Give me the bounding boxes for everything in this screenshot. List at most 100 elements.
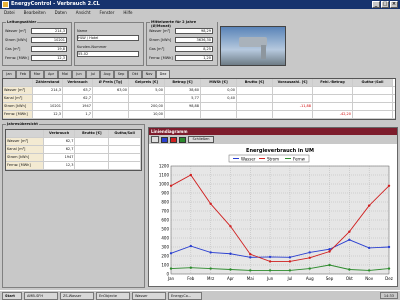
close-button[interactable]: × bbox=[390, 1, 398, 8]
close-chart-button[interactable]: Schließen bbox=[188, 136, 214, 143]
table-cell[interactable] bbox=[273, 95, 313, 102]
table-cell[interactable] bbox=[353, 95, 393, 102]
table-cell[interactable]: 10201 bbox=[33, 103, 63, 110]
taskbar-item[interactable]: AMB-SFH bbox=[24, 292, 58, 300]
averages-panel: Mittelwerte für 2 Jahre (Ø/Monat) Wasser… bbox=[146, 20, 218, 66]
field-value[interactable]: 3636,30 bbox=[175, 37, 213, 43]
table-cell[interactable] bbox=[353, 111, 393, 118]
table-cell[interactable]: 0,00 bbox=[201, 87, 237, 94]
data-point-fernw bbox=[367, 269, 371, 272]
field-value[interactable]: 98,29 bbox=[175, 28, 213, 34]
tab-feb[interactable]: Feb bbox=[16, 70, 30, 78]
table-cell[interactable] bbox=[93, 103, 129, 110]
table-cell[interactable] bbox=[273, 111, 313, 118]
field-value[interactable]: 214,3 bbox=[31, 28, 67, 34]
maximize-button[interactable]: □ bbox=[381, 1, 389, 8]
table-cell[interactable]: 0,40 bbox=[201, 95, 237, 102]
table-cell[interactable] bbox=[75, 138, 110, 145]
table-cell[interactable]: 62,7 bbox=[63, 95, 93, 102]
table-cell[interactable] bbox=[237, 103, 273, 110]
table-cell[interactable] bbox=[109, 162, 141, 169]
table-cell[interactable] bbox=[237, 95, 273, 102]
start-button[interactable]: Start bbox=[2, 292, 22, 300]
table-cell[interactable] bbox=[109, 146, 141, 153]
table-cell[interactable] bbox=[109, 138, 141, 145]
field-value[interactable]: 8,25 bbox=[175, 46, 213, 52]
name-input[interactable]: HLW / Hotel bbox=[77, 35, 139, 41]
field-value[interactable]: 1,20 bbox=[175, 55, 213, 61]
tab-mar[interactable]: Mar bbox=[30, 70, 44, 78]
table-cell[interactable]: 5,77 bbox=[165, 95, 201, 102]
color-swatch-red[interactable] bbox=[170, 136, 177, 143]
window-title: EnergyControl - Verbrauch 2.CL bbox=[11, 1, 100, 7]
table-cell[interactable]: 63,00 bbox=[93, 87, 129, 94]
table-cell[interactable]: 10,00 bbox=[129, 111, 165, 118]
color-swatch-blue[interactable] bbox=[161, 136, 168, 143]
table-cell[interactable] bbox=[237, 87, 273, 94]
menu-item-3[interactable]: Ansicht bbox=[76, 9, 91, 16]
table-cell[interactable]: 1947 bbox=[44, 154, 76, 161]
menu-item-5[interactable]: Hilfe bbox=[123, 9, 132, 16]
table-cell[interactable] bbox=[93, 95, 129, 102]
table-cell[interactable] bbox=[313, 95, 353, 102]
table-cell[interactable] bbox=[129, 95, 165, 102]
table-cell[interactable] bbox=[313, 87, 353, 94]
table-cell[interactable] bbox=[313, 103, 353, 110]
table-cell[interactable] bbox=[353, 87, 393, 94]
table-cell[interactable]: 214,3 bbox=[33, 87, 63, 94]
taskbar-item[interactable]: EnObjecte bbox=[96, 292, 130, 300]
table-cell[interactable]: 200,00 bbox=[129, 103, 165, 110]
table-cell[interactable] bbox=[93, 111, 129, 118]
tab-dez[interactable]: Dez bbox=[156, 70, 170, 78]
table-cell[interactable]: 62,7 bbox=[44, 146, 76, 153]
menu-item-2[interactable]: Daten bbox=[55, 9, 67, 16]
tab-okt[interactable]: Okt bbox=[128, 70, 142, 78]
tab-sep[interactable]: Sep bbox=[114, 70, 128, 78]
table-cell[interactable]: -11,88 bbox=[273, 103, 313, 110]
color-swatch-green[interactable] bbox=[179, 136, 186, 143]
customer-panel: Name HLW / Hotel Kunden-Nummer 55-02 bbox=[74, 22, 144, 66]
table-cell[interactable]: 1947 bbox=[63, 103, 93, 110]
menu-item-1[interactable]: Bearbeiten bbox=[24, 9, 46, 16]
column-header bbox=[6, 130, 44, 137]
table-cell[interactable] bbox=[75, 154, 110, 161]
table-cell[interactable]: 5,00 bbox=[129, 87, 165, 94]
taskbar-item[interactable]: Wasser bbox=[132, 292, 166, 300]
field-value[interactable]: 19,8 bbox=[31, 46, 67, 52]
faucet-photo bbox=[220, 26, 286, 66]
taskbar-item[interactable]: EnergyCo... bbox=[168, 292, 202, 300]
table-cell[interactable] bbox=[109, 154, 141, 161]
table-cell[interactable] bbox=[353, 103, 393, 110]
tab-aug[interactable]: Aug bbox=[100, 70, 114, 78]
table-cell[interactable] bbox=[201, 103, 237, 110]
table-cell[interactable]: 12,3 bbox=[44, 162, 76, 169]
table-cell[interactable]: 98,88 bbox=[165, 103, 201, 110]
table-cell[interactable]: -42,20 bbox=[313, 111, 353, 118]
table-cell[interactable]: 12,3 bbox=[33, 111, 63, 118]
table-cell[interactable]: 62,7 bbox=[44, 138, 76, 145]
table-cell[interactable]: 1,7 bbox=[63, 111, 93, 118]
table-cell[interactable] bbox=[201, 111, 237, 118]
tab-jun[interactable]: Jun bbox=[72, 70, 86, 78]
table-cell[interactable] bbox=[75, 162, 110, 169]
print-button[interactable] bbox=[151, 136, 159, 143]
minimize-button[interactable]: _ bbox=[372, 1, 380, 8]
table-cell[interactable] bbox=[165, 111, 201, 118]
tab-mai[interactable]: Mai bbox=[58, 70, 72, 78]
table-cell[interactable] bbox=[237, 111, 273, 118]
menu-item-4[interactable]: Fenster bbox=[100, 9, 115, 16]
table-cell[interactable] bbox=[33, 95, 63, 102]
field-value[interactable]: 12,3 bbox=[31, 55, 67, 61]
taskbar-item[interactable]: ZS-Wasser bbox=[60, 292, 94, 300]
table-cell[interactable]: 63,7 bbox=[63, 87, 93, 94]
tab-apr[interactable]: Apr bbox=[44, 70, 58, 78]
menu-item-0[interactable]: Datei bbox=[4, 9, 15, 16]
tab-jul[interactable]: Jul bbox=[86, 70, 100, 78]
field-value[interactable]: 10201 bbox=[31, 37, 67, 43]
table-cell[interactable]: 38,60 bbox=[165, 87, 201, 94]
customer-number-input[interactable]: 55-02 bbox=[77, 51, 139, 57]
table-cell[interactable] bbox=[75, 146, 110, 153]
tab-nov[interactable]: Nov bbox=[142, 70, 156, 78]
table-cell[interactable] bbox=[273, 87, 313, 94]
tab-jan[interactable]: Jan bbox=[2, 70, 16, 78]
